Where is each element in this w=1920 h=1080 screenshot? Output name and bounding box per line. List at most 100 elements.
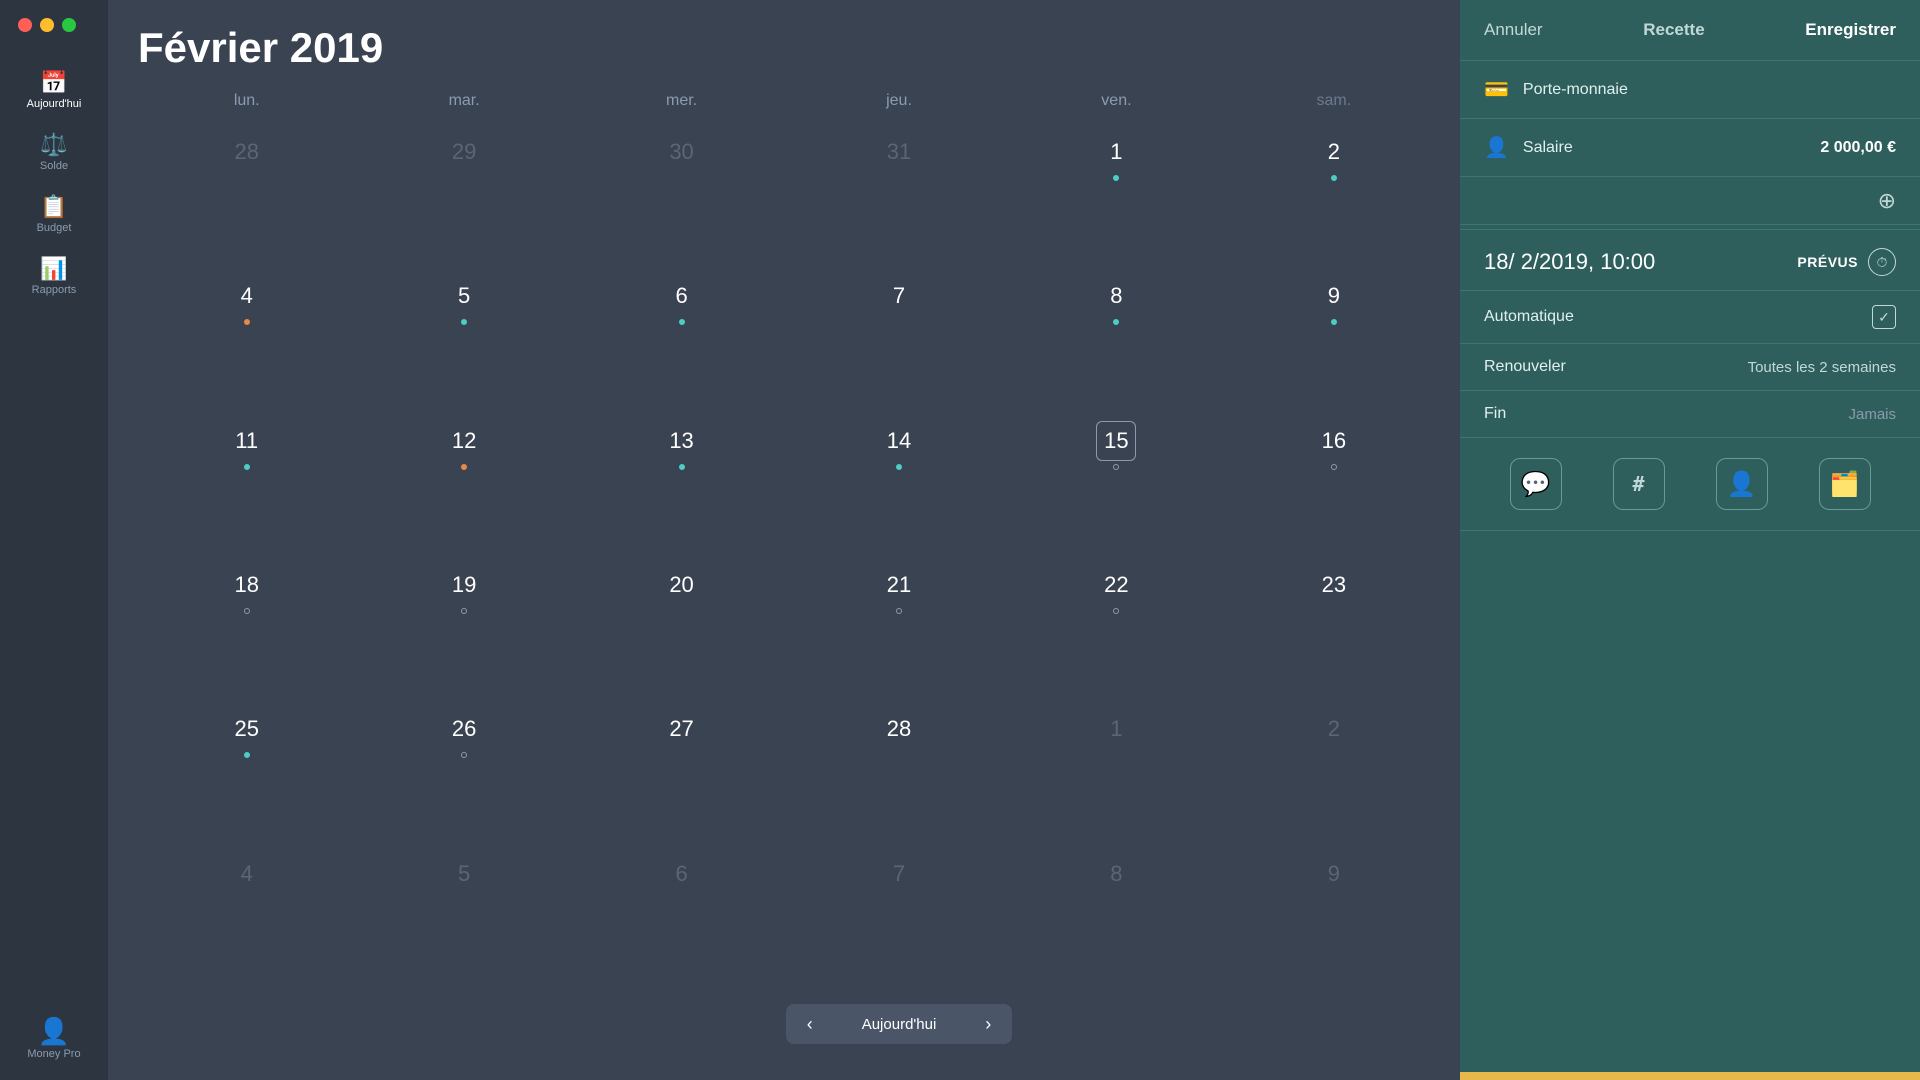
calendar-cell-32[interactable]: 1 [1008, 699, 1225, 843]
sidebar-label-profile: Money Pro [27, 1048, 80, 1060]
calendar-month: Février [138, 24, 278, 71]
sidebar-item-profile[interactable]: 👤 Money Pro [27, 1018, 80, 1080]
prev-month-button[interactable]: ‹ [786, 1004, 834, 1044]
calendar-cell-40[interactable]: 9 [1225, 844, 1442, 988]
calendar-cell-8[interactable]: 5 [355, 266, 572, 410]
calendar-cell-17[interactable]: 14 [790, 411, 1007, 555]
calendar-cell-29[interactable]: 26 [355, 699, 572, 843]
calendar-cell-7[interactable]: 4 [138, 266, 355, 410]
save-button[interactable]: Enregistrer [1805, 20, 1896, 40]
cell-dot [896, 608, 902, 614]
end-row[interactable]: Fin Jamais [1460, 391, 1920, 438]
divider [1460, 229, 1920, 230]
calendar-cell-15[interactable]: 12 [355, 411, 572, 555]
cell-number: 28 [879, 709, 919, 749]
cell-number: 1 [1096, 132, 1136, 172]
cell-number: 18 [227, 565, 267, 605]
sidebar: 📅 Aujourd'hui ⚖️ Solde 📋 Budget 📊 Rappor… [0, 0, 108, 1080]
close-button[interactable] [18, 18, 32, 32]
cell-number: 15 [1096, 421, 1136, 461]
hashtag-icon[interactable]: # [1613, 458, 1665, 510]
add-row[interactable]: ⊕ [1460, 177, 1920, 225]
cell-number: 29 [444, 132, 484, 172]
cell-dot [1113, 608, 1119, 614]
sidebar-item-today[interactable]: 📅 Aujourd'hui [0, 60, 108, 122]
calendar-cell-25[interactable]: 22 [1008, 555, 1225, 699]
auto-row[interactable]: Automatique ✓ [1460, 291, 1920, 344]
datetime-row[interactable]: 18/ 2/2019, 10:00 PRÉVUS ⏱ [1460, 234, 1920, 291]
calendar-area: lun. mar. mer. jeu. ven. sam. dim. 28293… [108, 88, 1690, 1080]
calendar-cell-35[interactable]: 4 [138, 844, 355, 988]
calendar-cell-28[interactable]: 25 [138, 699, 355, 843]
calendar-cell-4[interactable]: 1 [1008, 122, 1225, 266]
cell-dot [461, 319, 467, 325]
calendar-cell-1[interactable]: 29 [355, 122, 572, 266]
calendar-cell-37[interactable]: 6 [573, 844, 790, 988]
calendar-cell-11[interactable]: 8 [1008, 266, 1225, 410]
cell-number: 5 [444, 276, 484, 316]
calendar-cell-23[interactable]: 20 [573, 555, 790, 699]
calendar-grid: 2829303112345678910111213141516171819202… [128, 122, 1670, 988]
next-month-button[interactable]: › [964, 1004, 1012, 1044]
end-label: Fin [1484, 405, 1848, 423]
cell-number: 19 [444, 565, 484, 605]
cell-number: 27 [662, 709, 702, 749]
person-icon[interactable]: 👤 [1716, 458, 1768, 510]
calendar-cell-36[interactable]: 5 [355, 844, 572, 988]
calendar-cell-22[interactable]: 19 [355, 555, 572, 699]
day-header-mar: mar. [355, 88, 572, 114]
calendar-cell-14[interactable]: 11 [138, 411, 355, 555]
add-button[interactable]: ⊕ [1878, 188, 1896, 214]
main-content: Février 2019 lun. mar. mer. jeu. ven. sa… [108, 0, 1920, 1080]
clock-icon[interactable]: ⏱ [1868, 248, 1896, 276]
calendar-cell-3[interactable]: 31 [790, 122, 1007, 266]
sidebar-item-budget[interactable]: 📋 Budget [0, 184, 108, 246]
cell-number: 9 [1314, 854, 1354, 894]
day-headers: lun. mar. mer. jeu. ven. sam. dim. [128, 88, 1670, 114]
cell-dot [679, 319, 685, 325]
calendar-cell-30[interactable]: 27 [573, 699, 790, 843]
cell-dot [1113, 464, 1119, 470]
calendar-cell-10[interactable]: 7 [790, 266, 1007, 410]
sidebar-item-solde[interactable]: ⚖️ Solde [0, 122, 108, 184]
calendar-cell-16[interactable]: 13 [573, 411, 790, 555]
calendar-cell-12[interactable]: 9 [1225, 266, 1442, 410]
comment-icon[interactable]: 💬 [1510, 458, 1562, 510]
calendar-cell-38[interactable]: 7 [790, 844, 1007, 988]
calendar-cell-2[interactable]: 30 [573, 122, 790, 266]
cancel-button[interactable]: Annuler [1484, 20, 1543, 40]
renew-row[interactable]: Renouveler Toutes les 2 semaines [1460, 344, 1920, 391]
day-header-sam: sam. [1225, 88, 1442, 114]
renew-label: Renouveler [1484, 358, 1748, 376]
cell-dot [244, 752, 250, 758]
calendar-cell-33[interactable]: 2 [1225, 699, 1442, 843]
today-button[interactable]: Aujourd'hui [834, 1004, 965, 1044]
day-header-mer: mer. [573, 88, 790, 114]
cell-number: 23 [1314, 565, 1354, 605]
calendar-cell-9[interactable]: 6 [573, 266, 790, 410]
calendar-cell-5[interactable]: 2 [1225, 122, 1442, 266]
cell-dot [896, 464, 902, 470]
calendar-cell-24[interactable]: 21 [790, 555, 1007, 699]
archive-icon[interactable]: 🗂️ [1819, 458, 1871, 510]
overlay-title: Recette [1643, 20, 1704, 40]
maximize-button[interactable] [62, 18, 76, 32]
calendar-cell-21[interactable]: 18 [138, 555, 355, 699]
salary-row[interactable]: 👤 Salaire 2 000,00 € [1460, 119, 1920, 177]
calendar-year: 2019 [290, 24, 383, 71]
cell-number: 31 [879, 132, 919, 172]
solde-icon: ⚖️ [40, 134, 67, 156]
sidebar-item-rapports[interactable]: 📊 Rapports [0, 246, 108, 308]
calendar-cell-39[interactable]: 8 [1008, 844, 1225, 988]
calendar-cell-0[interactable]: 28 [138, 122, 355, 266]
minimize-button[interactable] [40, 18, 54, 32]
traffic-lights [18, 18, 76, 32]
calendar-cell-18[interactable]: 15 [1008, 411, 1225, 555]
calendar-cell-19[interactable]: 16 [1225, 411, 1442, 555]
profile-icon: 👤 [38, 1018, 70, 1044]
calendar-cell-31[interactable]: 28 [790, 699, 1007, 843]
auto-checkbox[interactable]: ✓ [1872, 305, 1896, 329]
wallet-row[interactable]: 💳 Porte-monnaie [1460, 61, 1920, 119]
action-icons-row: 💬 # 👤 🗂️ [1460, 438, 1920, 531]
calendar-cell-26[interactable]: 23 [1225, 555, 1442, 699]
